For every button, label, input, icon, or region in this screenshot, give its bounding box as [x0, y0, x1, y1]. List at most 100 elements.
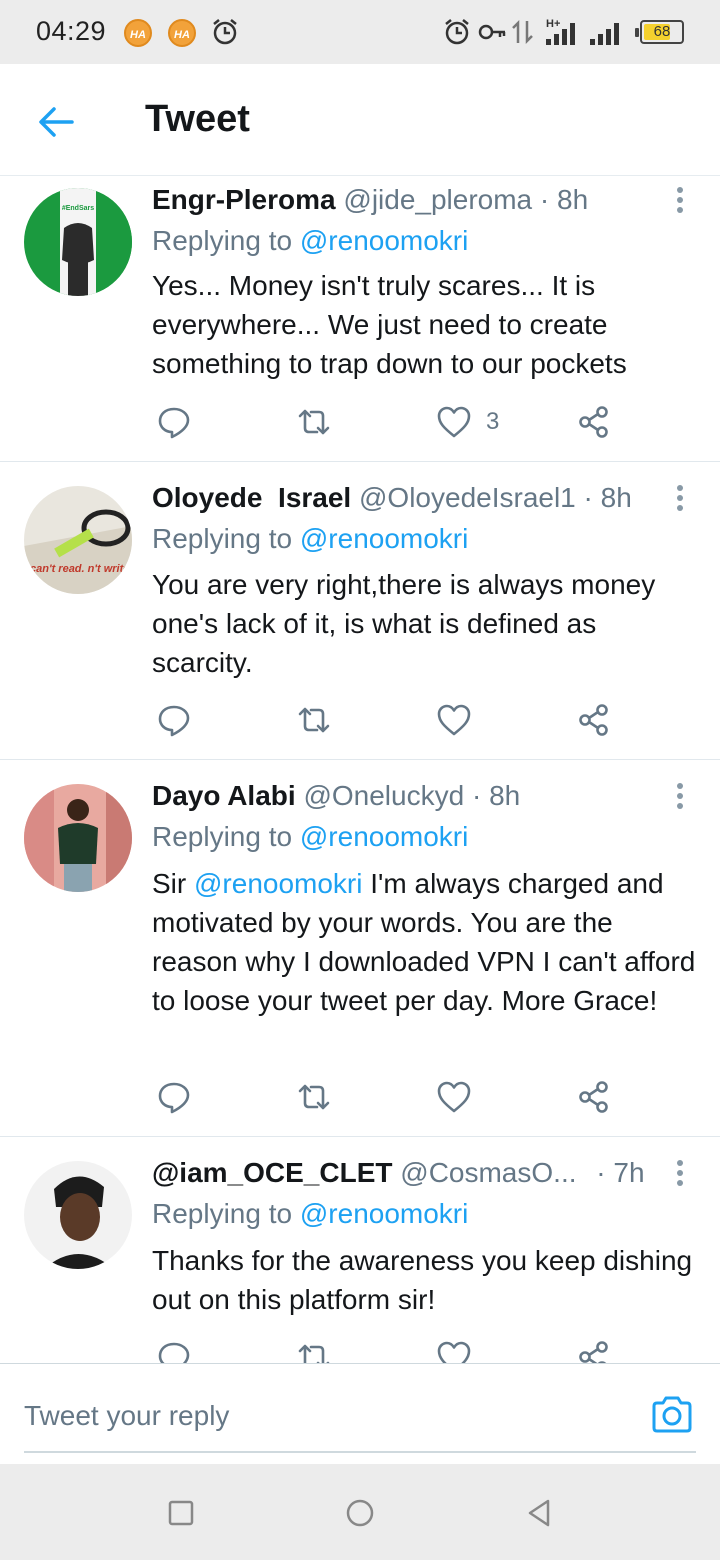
retweet-icon	[298, 409, 330, 435]
more-icon[interactable]	[668, 780, 692, 812]
mention-link[interactable]: @renoomokri	[300, 1198, 468, 1229]
tweet-actions	[152, 1077, 622, 1117]
svg-text:H+: H+	[546, 18, 560, 30]
tweet-age: 8h	[600, 482, 632, 513]
like-count: 3	[486, 408, 500, 435]
retweet-icon	[298, 1084, 330, 1110]
reply-icon	[158, 705, 190, 737]
share-button[interactable]	[576, 700, 612, 740]
author-handle[interactable]: @OloyedeIsrael1	[359, 482, 576, 513]
author-handle[interactable]: @jide_pleroma	[343, 184, 532, 215]
mention-link[interactable]: @renoomokri	[194, 868, 362, 899]
battery-icon: 68	[635, 20, 684, 44]
author-name[interactable]: Oloyede Israel	[152, 482, 351, 513]
tweet-age: 7h	[613, 1157, 645, 1188]
battery-level: 68	[653, 23, 671, 40]
retweet-button[interactable]	[296, 1077, 332, 1117]
more-icon[interactable]	[668, 482, 692, 514]
nav-recents-icon[interactable]	[165, 1497, 197, 1529]
tweet-actions: 3	[152, 402, 622, 442]
status-bar: 04:29 HA HA H+ 68	[0, 0, 720, 64]
reply-composer: Tweet your reply	[0, 1363, 720, 1464]
reply-button[interactable]	[156, 402, 192, 442]
author-handle[interactable]: @CosmasO...	[400, 1157, 576, 1188]
like-button[interactable]	[436, 1337, 472, 1363]
tweet-age: 8h	[489, 780, 521, 811]
nav-home-icon[interactable]	[344, 1497, 376, 1529]
svg-text:#EndSars: #EndSars	[62, 205, 94, 212]
status-time: 04:29	[36, 16, 107, 46]
tweet-reply[interactable]: @iam_OCE_CLET @CosmasO... · 7h Replying …	[0, 1137, 720, 1363]
more-icon[interactable]	[668, 184, 692, 216]
like-icon	[437, 1081, 471, 1113]
replying-to: Replying to @renoomokri	[152, 1198, 469, 1229]
tweet-header: Dayo Alabi @Oneluckyd · 8h	[152, 780, 521, 811]
signal-h-plus-icon: H+	[546, 18, 575, 45]
reply-button[interactable]	[156, 1337, 192, 1363]
author-handle[interactable]: @Oneluckyd	[303, 780, 464, 811]
share-button[interactable]	[576, 1337, 612, 1363]
avatar[interactable]: #EndSars	[24, 188, 132, 296]
author-name[interactable]: Dayo Alabi	[152, 780, 296, 811]
avatar[interactable]: can't read. n't write.	[24, 486, 132, 594]
tweet-header: Engr-Pleroma @jide_pleroma · 8h	[152, 184, 589, 215]
share-icon	[579, 406, 608, 438]
tweet-actions	[152, 700, 622, 740]
signal-icon	[590, 23, 619, 45]
tweet-text: You are very right,there is always money…	[152, 569, 656, 678]
vpn-key-icon	[478, 24, 506, 40]
avatar-caption: can't read. n't write.	[30, 563, 132, 575]
share-button[interactable]	[576, 1077, 612, 1117]
camera-icon[interactable]	[650, 1394, 694, 1434]
back-arrow-icon[interactable]	[36, 102, 76, 142]
retweet-button[interactable]	[296, 402, 332, 442]
tweet-actions	[152, 1337, 622, 1363]
share-icon	[579, 1081, 608, 1113]
more-icon[interactable]	[668, 1157, 692, 1189]
like-icon	[437, 1341, 471, 1363]
mention-link[interactable]: @renoomokri	[300, 225, 468, 256]
author-name[interactable]: Engr-Pleroma	[152, 184, 336, 215]
nav-back-icon[interactable]	[524, 1497, 556, 1529]
avatar[interactable]	[24, 784, 132, 892]
tweet-reply[interactable]: Dayo Alabi @Oneluckyd · 8h Replying to @…	[0, 760, 720, 1137]
tweet-header: Oloyede Israel @OloyedeIsrael1 · 8h	[152, 482, 632, 513]
system-nav-bar	[0, 1464, 720, 1560]
reply-button[interactable]	[156, 1077, 192, 1117]
alarm-icon	[213, 19, 237, 45]
replying-to: Replying to @renoomokri	[152, 821, 469, 852]
like-icon	[437, 704, 471, 736]
tweet-text: Thanks for the awareness you keep dishin…	[152, 1245, 693, 1315]
like-icon	[437, 406, 471, 438]
tweet-header: @iam_OCE_CLET @CosmasO... · 7h	[152, 1157, 645, 1188]
reply-button[interactable]	[156, 700, 192, 740]
tweet-text: Yes... Money isn't truly scares... It is…	[152, 270, 627, 379]
share-icon	[579, 704, 608, 736]
share-icon	[579, 1341, 608, 1363]
share-button[interactable]	[576, 402, 612, 442]
mention-link[interactable]: @renoomokri	[300, 821, 468, 852]
like-button[interactable]	[436, 1077, 472, 1117]
like-button[interactable]	[436, 700, 472, 740]
reply-input[interactable]: Tweet your reply	[24, 1364, 696, 1453]
retweet-button[interactable]	[296, 1337, 332, 1363]
reply-icon	[158, 407, 190, 439]
notification-badge-icon: HA	[124, 19, 152, 47]
data-transfer-icon	[512, 19, 533, 45]
author-name[interactable]: @iam_OCE_CLET	[152, 1157, 392, 1188]
mention-link[interactable]: @renoomokri	[300, 523, 468, 554]
notification-badge-icon: HA	[168, 19, 196, 47]
retweet-icon	[298, 1344, 330, 1363]
alarm-icon	[445, 19, 469, 45]
tweet-reply[interactable]: can't read. n't write. Oloyede Israel @O…	[0, 462, 720, 760]
tweet-reply[interactable]: #EndSars Engr-Pleroma @jide_pleroma · 8h…	[0, 176, 720, 462]
tweet-age: 8h	[557, 184, 589, 215]
like-button[interactable]: 3	[436, 402, 499, 442]
page-title: Tweet	[145, 98, 250, 140]
avatar[interactable]	[24, 1161, 132, 1269]
replying-to: Replying to @renoomokri	[152, 523, 469, 554]
tweet-text: Sir @renoomokri I'm always charged and m…	[152, 868, 696, 1016]
replying-to: Replying to @renoomokri	[152, 225, 469, 256]
retweet-icon	[298, 707, 330, 733]
retweet-button[interactable]	[296, 700, 332, 740]
